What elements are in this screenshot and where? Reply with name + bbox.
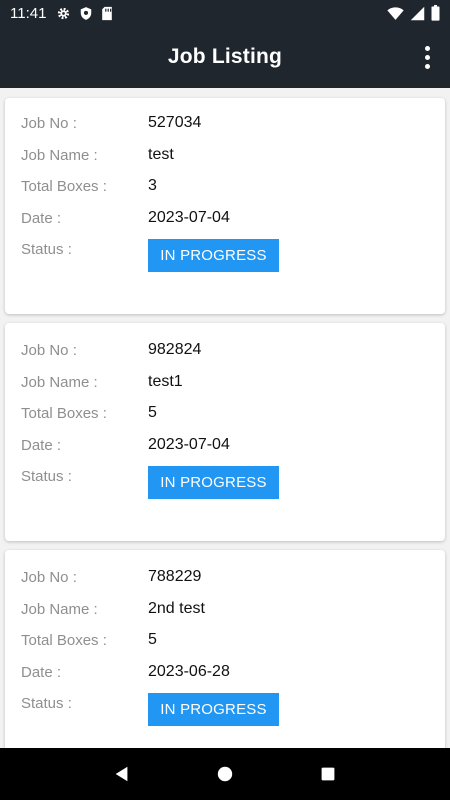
job-no-value: 788229 — [148, 568, 202, 585]
job-no-row: Job No : 527034 — [21, 111, 429, 135]
job-no-row: Job No : 788229 — [21, 565, 429, 589]
total-boxes-value: 5 — [148, 631, 157, 648]
job-name-label: Job Name : — [21, 600, 98, 618]
back-icon[interactable] — [102, 754, 142, 794]
status-label: Status : — [21, 240, 72, 258]
notification-icons — [56, 6, 113, 21]
battery-icon — [431, 5, 440, 21]
job-name-label: Job Name : — [21, 146, 98, 164]
system-icons — [387, 5, 440, 21]
job-name-label: Job Name : — [21, 373, 98, 391]
total-boxes-value: 5 — [148, 404, 157, 421]
status-badge[interactable]: IN PROGRESS — [148, 693, 279, 726]
total-boxes-row: Total Boxes : 5 — [21, 628, 429, 652]
job-name-value: 2nd test — [148, 600, 205, 617]
job-no-value: 527034 — [148, 114, 202, 131]
total-boxes-label: Total Boxes : — [21, 631, 107, 649]
status-time: 11:41 — [10, 4, 47, 22]
total-boxes-value: 3 — [148, 177, 157, 194]
job-card[interactable]: Job No : 527034 Job Name : test Total Bo… — [5, 98, 445, 314]
job-name-row: Job Name : test1 — [21, 370, 429, 394]
status-label: Status : — [21, 694, 72, 712]
shield-icon — [79, 6, 93, 21]
job-no-label: Job No : — [21, 341, 77, 359]
recents-icon[interactable] — [308, 754, 348, 794]
total-boxes-row: Total Boxes : 3 — [21, 174, 429, 198]
gear-icon — [56, 6, 71, 21]
date-value: 2023-07-04 — [148, 436, 230, 453]
date-row: Date : 2023-07-04 — [21, 433, 429, 457]
page-title: Job Listing — [167, 45, 283, 68]
job-no-row: Job No : 982824 — [21, 338, 429, 362]
date-row: Date : 2023-07-04 — [21, 206, 429, 230]
status-badge[interactable]: IN PROGRESS — [148, 466, 279, 499]
job-no-value: 982824 — [148, 341, 202, 358]
home-icon[interactable] — [205, 754, 245, 794]
navigation-bar — [0, 748, 450, 800]
total-boxes-label: Total Boxes : — [21, 177, 107, 195]
job-name-value: test — [148, 146, 174, 163]
signal-icon — [410, 6, 425, 21]
date-value: 2023-07-04 — [148, 209, 230, 226]
sd-card-icon — [101, 6, 113, 21]
job-name-row: Job Name : 2nd test — [21, 597, 429, 621]
date-value: 2023-06-28 — [148, 663, 230, 680]
status-badge[interactable]: IN PROGRESS — [148, 239, 279, 272]
date-label: Date : — [21, 436, 62, 454]
job-no-label: Job No : — [21, 114, 77, 132]
date-row: Date : 2023-06-28 — [21, 660, 429, 684]
job-name-row: Job Name : test — [21, 143, 429, 167]
date-label: Date : — [21, 663, 62, 681]
job-name-value: test1 — [148, 373, 183, 390]
total-boxes-label: Total Boxes : — [21, 404, 107, 422]
total-boxes-row: Total Boxes : 5 — [21, 401, 429, 425]
status-bar: 11:41 — [0, 0, 450, 26]
wifi-icon — [387, 6, 404, 21]
job-no-label: Job No : — [21, 568, 77, 586]
status-label: Status : — [21, 467, 72, 485]
job-card[interactable]: Job No : 982824 Job Name : test1 Total B… — [5, 323, 445, 541]
date-label: Date : — [21, 209, 62, 227]
more-vert-icon — [424, 45, 430, 51]
more-options-button[interactable] — [414, 42, 440, 72]
job-card[interactable]: Job No : 788229 Job Name : 2nd test Tota… — [5, 550, 445, 748]
job-list[interactable]: Job No : 527034 Job Name : test Total Bo… — [0, 88, 450, 748]
app-bar: Job Listing — [0, 26, 450, 88]
